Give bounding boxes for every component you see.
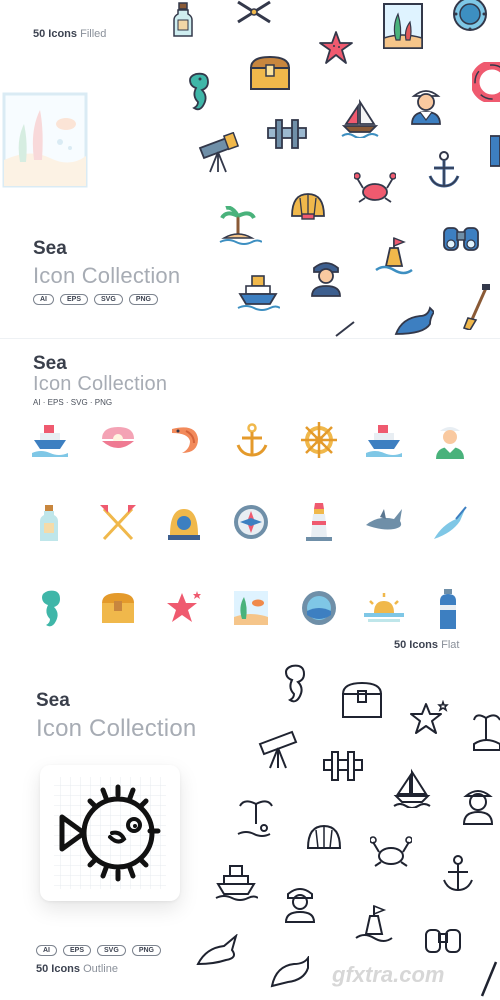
- shark-icon: [364, 505, 404, 537]
- featured-icon-card: [40, 765, 180, 901]
- clam-pearl-icon: [100, 425, 136, 453]
- captain-icon: [280, 882, 320, 924]
- island-icon: [472, 710, 500, 754]
- treasure-chest-icon: [340, 680, 384, 720]
- outline-title: Sea: [36, 690, 70, 711]
- sea-icon-collection-preview: 50 Icons Filled Sea Icon Collection AI E…: [0, 0, 500, 1000]
- outline-format-pills: AI EPS SVG PNG: [36, 945, 161, 956]
- swordfish-icon: [334, 320, 356, 338]
- pipe-icon: [322, 748, 364, 784]
- seahorse-icon: [38, 589, 62, 629]
- format-pill-ai: AI: [33, 294, 54, 305]
- crab-icon: [354, 170, 396, 204]
- format-pill-ai: AI: [36, 945, 57, 956]
- swordfish-icon: [432, 505, 468, 541]
- paddle-icon: [462, 284, 492, 330]
- seahorse-icon: [282, 664, 308, 704]
- flat-icons-panel: Sea Icon Collection AI · EPS · SVG · PNG: [0, 338, 500, 661]
- shell-icon: [304, 822, 344, 854]
- sailboat-icon: [392, 768, 432, 808]
- filled-count-label: 50 Icons Filled: [33, 28, 107, 40]
- format-pill-png: PNG: [128, 294, 158, 305]
- whale-icon: [394, 304, 434, 336]
- starfish-icon: [410, 700, 450, 738]
- dolphin-icon: [268, 956, 312, 990]
- sunset-icon: [364, 591, 404, 625]
- ship-icon: [366, 423, 402, 457]
- binoculars-icon: [440, 222, 482, 254]
- watermark: gfxtra.com: [332, 962, 445, 987]
- oxygen-tank-icon: [436, 589, 460, 629]
- format-pill-eps: EPS: [60, 294, 89, 305]
- binoculars-icon: [422, 924, 464, 956]
- paddle-icon: [474, 960, 500, 998]
- pufferfish-icon: [54, 777, 166, 889]
- aquarium-icon: [232, 589, 270, 627]
- ship-icon: [214, 862, 258, 902]
- filled-format-pills: AI EPS SVG PNG: [33, 294, 158, 305]
- buoy-icon: [354, 904, 394, 946]
- sailor-icon: [406, 82, 446, 126]
- crab-icon: [370, 834, 412, 870]
- captain-icon: [306, 256, 346, 298]
- format-pill-svg: SVG: [94, 294, 123, 305]
- flat-count-label: 50 Icons Flat: [394, 639, 460, 651]
- outline-count-label: 50 Icons Outline: [36, 963, 118, 975]
- filled-subtitle: Icon Collection: [33, 263, 181, 288]
- island-icon: [236, 794, 280, 838]
- flat-formats-line: AI · EPS · SVG · PNG: [33, 398, 113, 407]
- diving-helmet-icon: [166, 505, 202, 541]
- format-pill-eps: EPS: [63, 945, 92, 956]
- shell-icon: [288, 190, 328, 222]
- sailor-icon: [458, 782, 498, 826]
- shrimp-icon: [168, 423, 204, 457]
- paddle-icon: [236, 0, 272, 24]
- outline-icons-panel: Sea Icon Collection AI EPS SVG PNG 50 Ic…: [0, 660, 500, 1000]
- porthole-icon: [300, 589, 338, 627]
- bottle-icon: [172, 2, 194, 38]
- compass-icon: [232, 503, 270, 541]
- starfish-icon: [318, 30, 354, 66]
- flat-subtitle: Icon Collection: [33, 373, 168, 395]
- format-pill-png: PNG: [131, 945, 161, 956]
- paddle-icon: [100, 505, 136, 543]
- seahorse-icon: [186, 70, 212, 114]
- anchor-icon: [440, 854, 476, 894]
- starfish-icon: [166, 589, 204, 625]
- pipe-icon: [266, 116, 308, 152]
- ship-icon: [236, 272, 280, 312]
- sailboat-icon: [340, 98, 380, 138]
- filled-title: Sea: [33, 238, 67, 259]
- bottle-icon: [38, 505, 60, 543]
- anchor-icon: [234, 423, 270, 459]
- lifebuoy-icon: [472, 62, 500, 102]
- telescope-icon: [256, 728, 302, 770]
- lighthouse-icon: [304, 501, 334, 541]
- flat-title: Sea: [33, 353, 67, 374]
- buoy-icon: [374, 236, 414, 278]
- treasure-chest-icon: [100, 591, 136, 625]
- sailor-icon: [432, 421, 468, 459]
- captain-icon: [490, 130, 500, 170]
- treasure-chest-icon: [248, 54, 292, 92]
- outline-subtitle: Icon Collection: [36, 715, 197, 742]
- seaweed-icon: [382, 2, 424, 50]
- ship-icon: [32, 423, 68, 457]
- helm-icon: [300, 421, 338, 459]
- island-icon: [218, 206, 262, 246]
- aquarium-icon: [0, 90, 92, 190]
- telescope-icon: [196, 132, 242, 174]
- shark-icon: [196, 934, 240, 970]
- porthole-icon: [452, 0, 488, 34]
- anchor-icon: [426, 150, 462, 190]
- format-pill-svg: SVG: [97, 945, 126, 956]
- filled-icons-panel: 50 Icons Filled Sea Icon Collection AI E…: [0, 0, 500, 338]
